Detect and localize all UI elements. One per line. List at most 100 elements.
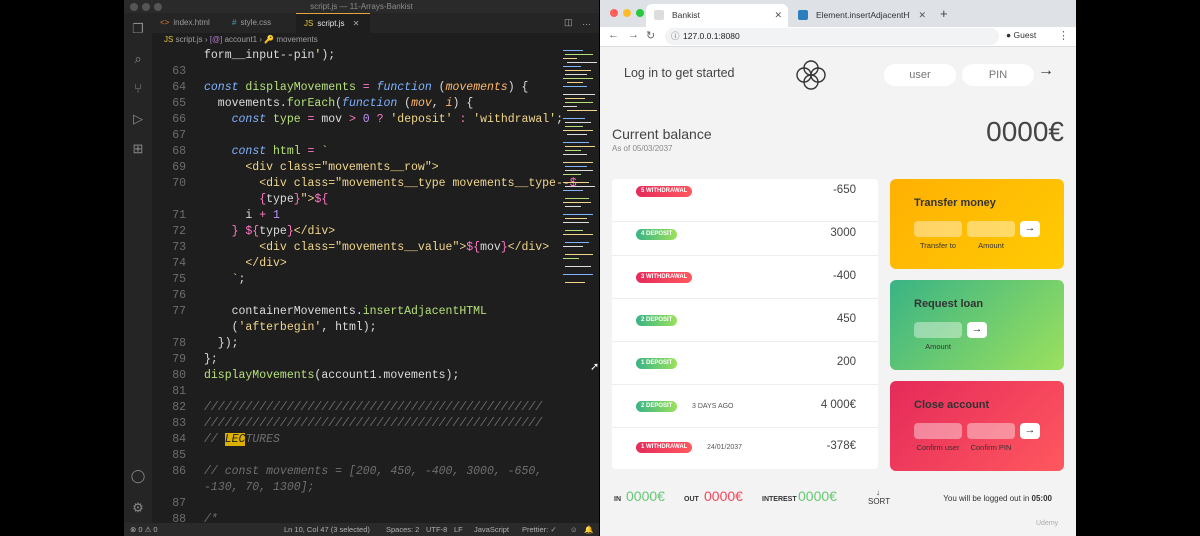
maximize-window-icon[interactable] — [636, 9, 644, 17]
new-tab-icon[interactable]: + — [940, 6, 948, 21]
summary-out-label: OUT — [684, 496, 699, 503]
profile-button[interactable]: ● Guest — [1006, 30, 1036, 40]
timer-text: You will be logged out in — [943, 494, 1030, 503]
back-arrow-icon[interactable]: ← — [608, 29, 619, 41]
movement-row: 2 DEPOSIT 3 DAYS AGO 4 000€ — [612, 385, 878, 428]
login-pin-input[interactable] — [962, 64, 1034, 86]
explorer-icon[interactable]: ❐ — [130, 21, 146, 37]
account-icon[interactable]: ◯ — [130, 468, 146, 484]
settings-gear-icon[interactable]: ⚙ — [130, 500, 146, 516]
transfer-title: Transfer money — [914, 197, 996, 209]
code-line: <div class="movements__value">${mov}</di… — [204, 241, 550, 254]
loan-amount-input[interactable] — [914, 322, 962, 338]
close-pin-label: Confirm PIN — [970, 443, 1012, 452]
close-pin-input[interactable] — [967, 423, 1015, 439]
window-maximize-dot[interactable] — [154, 3, 162, 11]
tab-style-css[interactable]: # style.css — [224, 13, 294, 33]
tab-index-html[interactable]: <> index.html — [152, 13, 222, 33]
close-window-icon[interactable] — [610, 9, 618, 17]
close-tab-icon[interactable]: ✕ — [918, 4, 926, 26]
sort-button[interactable]: ↓ SORT — [868, 488, 890, 506]
search-icon[interactable]: ⌕ — [130, 51, 146, 67]
url-bar[interactable]: ⓘ 127.0.0.1:8080 — [665, 28, 999, 45]
encoding[interactable]: UTF-8 — [426, 523, 447, 536]
variable-icon: [@] — [209, 35, 225, 44]
breadcrumb-item[interactable]: movements — [276, 35, 317, 44]
breadcrumb-item[interactable]: account1 — [225, 35, 257, 44]
menu-kebab-icon[interactable]: ⋮ — [1058, 29, 1069, 42]
extensions-icon[interactable]: ⊞ — [130, 141, 146, 157]
breadcrumb-item[interactable]: script.js — [176, 35, 203, 44]
code-line: } ${type}</div> — [204, 225, 336, 238]
code-line: </div> — [204, 257, 287, 270]
movement-row: 1 DEPOSIT 200 — [612, 342, 878, 385]
notifications-icon[interactable]: 🔔 — [584, 523, 593, 536]
prettier-status[interactable]: Prettier: ✓ — [522, 523, 557, 536]
run-debug-icon[interactable]: ▷ — [130, 111, 146, 127]
source-control-icon[interactable]: ⑂ — [130, 81, 146, 97]
remote-icon[interactable]: ⊗ 0 ⚠ 0 — [130, 523, 158, 536]
welcome-message: Log in to get started — [624, 66, 735, 80]
code-line: }); — [204, 337, 239, 350]
summary-interest-value: 0000€ — [798, 488, 837, 504]
editor-tabs: <> index.html # style.css JS script.js ✕ ◫ … — [152, 13, 599, 33]
movement-row: 3 WITHDRAWAL -400 — [612, 256, 878, 299]
movement-value: 4 000€ — [820, 399, 856, 411]
close-account-card: Close account → Confirm user Confirm PIN — [890, 381, 1064, 471]
mdn-favicon-icon — [798, 10, 808, 20]
movement-type-badge: 1 WITHDRAWAL — [636, 442, 693, 453]
transfer-submit-button[interactable]: → — [1020, 221, 1040, 237]
summary-in-value: 0000€ — [626, 488, 665, 504]
close-user-input[interactable] — [914, 423, 962, 439]
transfer-to-input[interactable] — [914, 221, 962, 237]
browser-tab-bankist[interactable]: Bankist ✕ — [646, 4, 788, 27]
line-ending[interactable]: LF — [454, 523, 463, 536]
udemy-watermark: Udemy — [1036, 520, 1059, 527]
forward-arrow-icon[interactable]: → — [628, 29, 639, 41]
line-number: 71 — [172, 209, 186, 222]
feedback-icon[interactable]: ☺ — [570, 523, 578, 536]
code-line: const displayMovements = function (movem… — [204, 81, 529, 94]
code-line: ('afterbegin', html); — [204, 321, 377, 334]
bankist-logo-icon — [796, 60, 826, 90]
avatar-icon: ● — [1006, 30, 1012, 40]
line-number: 83 — [172, 417, 186, 430]
code-line: // LECTURES — [204, 433, 280, 446]
line-number: 82 — [172, 401, 186, 414]
movement-type-badge: 1 DEPOSIT — [636, 358, 678, 369]
code-line: {type}">${ — [204, 193, 329, 206]
code-line: }; — [204, 353, 218, 366]
transfer-amount-input[interactable] — [967, 221, 1015, 237]
browser-tab-mdn[interactable]: Element.insertAdjacentHTML() ✕ — [790, 4, 932, 27]
code-line: displayMovements(account1.movements); — [204, 369, 460, 382]
minimize-window-icon[interactable] — [623, 9, 631, 17]
close-tab-icon[interactable]: ✕ — [774, 4, 782, 26]
vscode-window: script.js — 11-Arrays-Bankist ❐ ⌕ ⑂ ▷ ⊞ … — [124, 0, 599, 536]
balance-date: As of 05/03/2037 — [612, 144, 673, 153]
line-number: 75 — [172, 273, 186, 286]
loan-submit-button[interactable]: → — [967, 322, 987, 338]
line-number: 69 — [172, 161, 186, 174]
language-mode[interactable]: JavaScript — [474, 523, 509, 536]
code-line: ////////////////////////////////////////… — [204, 417, 543, 430]
code-line: i + 1 — [204, 209, 280, 222]
close-submit-button[interactable]: → — [1020, 423, 1040, 439]
cursor-position[interactable]: Ln 10, Col 47 (3 selected) — [284, 523, 370, 536]
reload-icon[interactable]: ↻ — [646, 29, 655, 42]
window-close-dot[interactable] — [130, 3, 138, 11]
more-actions-icon[interactable]: … — [582, 17, 591, 27]
login-arrow-button[interactable]: → — [1038, 62, 1054, 80]
window-minimize-dot[interactable] — [142, 3, 150, 11]
split-editor-icon[interactable]: ◫ — [564, 17, 573, 28]
close-tab-icon[interactable]: ✕ — [353, 19, 360, 28]
info-icon[interactable]: ⓘ — [671, 28, 680, 45]
code-editor[interactable]: form__input--pin'); const displayMovemen… — [204, 46, 577, 526]
mouse-cursor-icon: ➚ — [590, 361, 599, 373]
movement-value: 3000 — [830, 227, 856, 239]
minimap[interactable] — [561, 46, 599, 296]
movement-value: -378€ — [826, 440, 856, 452]
activity-bar: ❐ ⌕ ⑂ ▷ ⊞ ◯ ⚙ — [124, 13, 152, 523]
tab-script-js[interactable]: JS script.js ✕ — [296, 13, 370, 33]
indentation[interactable]: Spaces: 2 — [386, 523, 419, 536]
login-user-input[interactable] — [884, 64, 956, 86]
